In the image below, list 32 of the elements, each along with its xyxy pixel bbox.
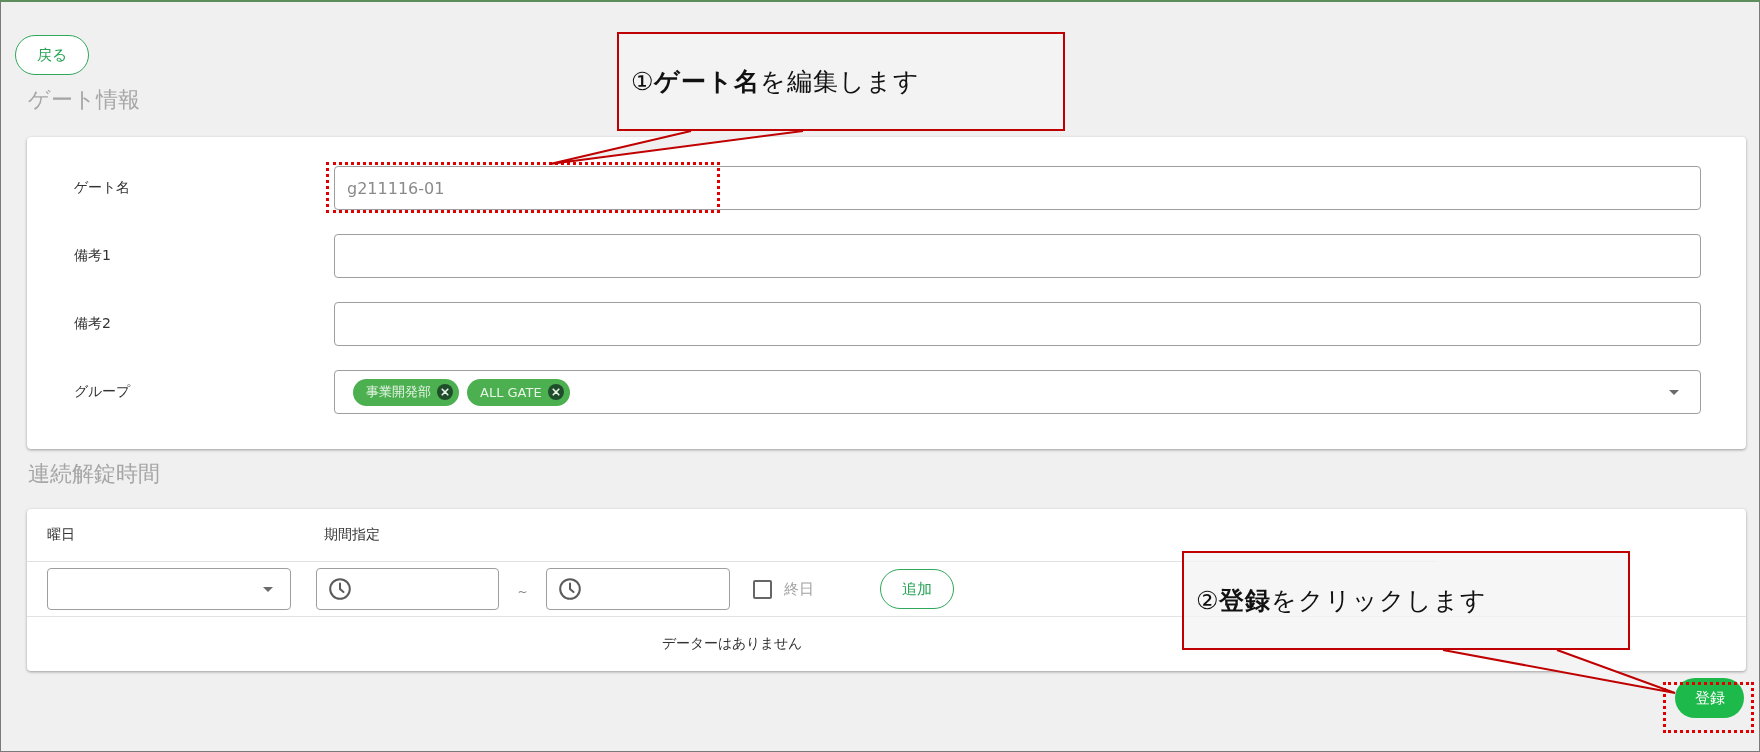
field-label: 備考1 (74, 247, 111, 265)
all-day-checkbox[interactable] (753, 579, 772, 599)
caret-icon (1669, 389, 1679, 395)
section-title: 連続解錠時間 (27, 460, 160, 488)
text-field[interactable] (334, 234, 1701, 278)
all-day-label: 終日 (784, 579, 815, 599)
range-separator: ~ (516, 584, 529, 599)
weekday-select[interactable] (47, 568, 291, 610)
callout-text: ①ゲート名を編集します (631, 66, 921, 98)
callout-text: ②登録をクリックします (1196, 585, 1488, 617)
register-button[interactable]: 登録 (1675, 678, 1744, 718)
tag-label: ALL GATE (480, 384, 542, 400)
remove-icon[interactable] (437, 384, 453, 400)
text-field[interactable] (334, 302, 1701, 346)
end-time-field[interactable] (546, 568, 730, 610)
field-label: 備考2 (74, 315, 111, 333)
tag-label: 事業開発部 (366, 383, 431, 401)
field-label: グループ (74, 383, 130, 401)
start-time-field[interactable] (316, 568, 499, 610)
back-button[interactable]: 戻る (15, 35, 89, 75)
column-header: 曜日 (46, 526, 75, 544)
caret-icon (263, 586, 273, 592)
remove-icon[interactable] (547, 384, 564, 400)
column-header: 期間指定 (323, 526, 380, 544)
section-title: ゲート情報 (27, 86, 140, 114)
empty-message: データーはありません (662, 635, 802, 653)
group-select-field[interactable]: 事業開発部 ALL GATE (334, 370, 1701, 414)
clock-icon (329, 578, 351, 600)
add-button[interactable]: 追加 (880, 569, 954, 609)
clock-icon (559, 578, 581, 600)
field-label: ゲート名 (74, 179, 130, 197)
text-field[interactable]: g211116-01 (334, 166, 1701, 210)
